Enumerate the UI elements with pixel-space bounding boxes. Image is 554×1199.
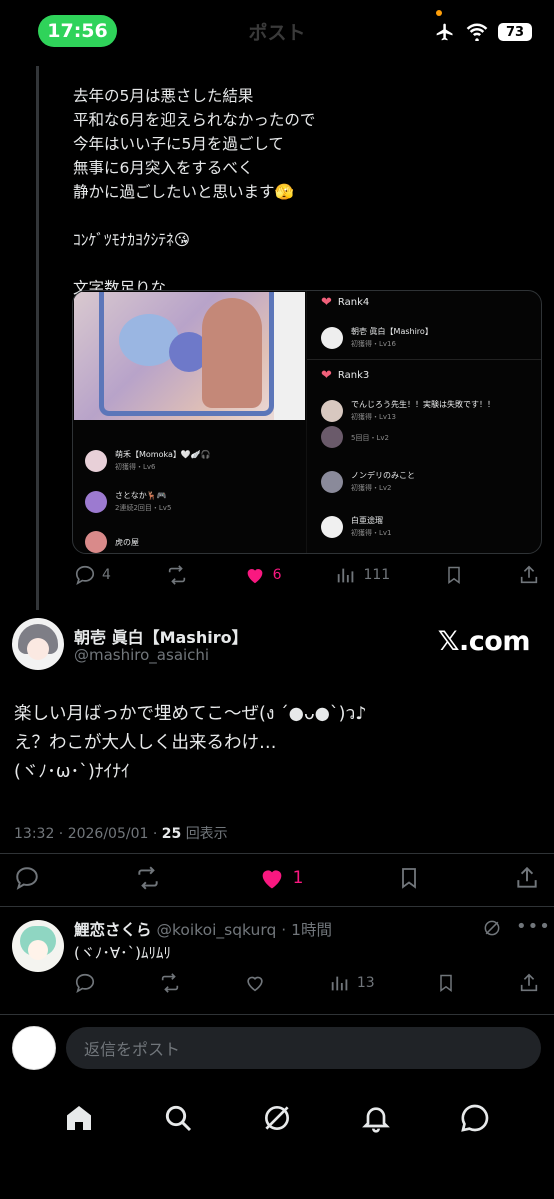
avatar <box>321 426 343 448</box>
previous-post-actions: 4 6 111 <box>74 564 540 586</box>
repost-icon <box>133 865 163 891</box>
heart-filled-icon <box>257 864 287 892</box>
avatar <box>85 449 107 472</box>
list-item: 虎の屋 <box>85 531 211 553</box>
views-button[interactable]: 111 <box>335 564 390 586</box>
repost-button[interactable] <box>158 972 182 994</box>
bookmark-icon <box>444 564 464 586</box>
grok-icon[interactable] <box>482 918 502 942</box>
avatar <box>85 531 107 553</box>
share-icon <box>514 865 540 891</box>
author-avatar[interactable] <box>12 618 64 670</box>
reply-button[interactable] <box>14 865 40 891</box>
view-count: 111 <box>363 567 391 583</box>
repost-button[interactable] <box>165 564 189 586</box>
more-options-icon[interactable]: ••• <box>516 916 551 937</box>
rank4-heading: ❤ Rank4 <box>321 295 370 310</box>
share-button[interactable] <box>518 972 540 994</box>
bookmark-button[interactable] <box>436 972 456 994</box>
battery-indicator: 73 <box>498 23 532 41</box>
avatar <box>321 470 343 493</box>
list-item: さとなか🦌🎮 2連続2回目・Lv5 <box>85 490 211 513</box>
list-item: 萌禾【Momoka】🤍🪽🎧 初獲得・Lv6 <box>85 449 211 472</box>
heart-filled-icon <box>243 564 267 586</box>
view-count: 25 <box>161 826 182 842</box>
avatar <box>321 399 343 422</box>
bottom-tab-bar <box>0 1098 554 1138</box>
reply-button[interactable]: 4 <box>74 564 111 586</box>
bookmark-icon <box>436 972 456 994</box>
brand-logo: 𝕏.com <box>437 626 531 657</box>
repost-icon <box>158 972 182 994</box>
search-icon[interactable] <box>162 1102 194 1134</box>
list-item: 白亜途瑠 初獲得・Lv1 <box>321 515 535 538</box>
reply-author[interactable]: 鯉恋さくら @koikoi_sqkurq · 1時間 <box>74 918 332 940</box>
analytics-icon <box>335 564 357 586</box>
reply-icon <box>74 972 96 994</box>
like-count: 1 <box>292 868 304 888</box>
post-actions: 1 <box>14 864 540 892</box>
list-item: 5回目・Lv2 <box>321 426 535 448</box>
post-text: 楽しい月ばっかで埋めてこ〜ぜ(ง ˊ●ᴗ●ˋ)ว♪ え？わこが大人しく出来るわけ… <box>14 704 367 782</box>
messages-icon[interactable] <box>459 1102 491 1134</box>
heart-icon: ❤ <box>321 368 332 383</box>
share-icon <box>518 972 540 994</box>
rank-list-right: ❤ Rank4 朝壱 眞白【Mashiro】 初獲得・Lv16 ❤ Rank3 でんじ… <box>307 295 541 538</box>
bookmark-button[interactable] <box>444 564 464 586</box>
avatar <box>321 326 343 349</box>
repost-button[interactable] <box>133 865 163 891</box>
thread-connector-line <box>36 66 39 610</box>
like-button[interactable] <box>243 972 267 994</box>
view-count: 13 <box>356 975 375 991</box>
divider <box>0 1014 554 1015</box>
avatar <box>321 515 343 538</box>
share-icon <box>518 564 540 586</box>
heart-icon: ❤ <box>321 295 332 310</box>
notifications-icon[interactable] <box>360 1102 392 1134</box>
author-handle[interactable]: @mashiro_asaichi <box>74 646 209 664</box>
divider <box>0 906 554 907</box>
bookmark-button[interactable] <box>397 865 421 891</box>
author-name[interactable]: 朝壱 眞白【Mashiro】 <box>74 624 248 648</box>
reply-author-avatar[interactable] <box>12 920 64 972</box>
heart-outline-icon <box>243 972 267 994</box>
my-avatar <box>12 1026 56 1070</box>
grok-icon[interactable] <box>261 1102 293 1134</box>
reply-actions: 13 <box>74 972 540 994</box>
reply-button[interactable] <box>74 972 96 994</box>
post-media-image[interactable]: 萌禾【Momoka】🤍🪽🎧 初獲得・Lv6 さとなか🦌🎮 2連続2回目・Lv5 虎の… <box>72 290 542 554</box>
reply-icon <box>74 564 96 586</box>
status-icons: 73 <box>434 22 532 42</box>
like-button[interactable]: 1 <box>257 864 304 892</box>
post-meta: 13:32 · 2026/05/01 · 25 回表示 <box>14 826 228 842</box>
bookmark-icon <box>397 865 421 891</box>
illustration-thumbnail <box>74 292 305 420</box>
divider <box>0 853 554 854</box>
airplane-icon <box>434 22 456 42</box>
media-divider <box>306 291 307 553</box>
list-item: ノンデリのみこと 初獲得・Lv2 <box>321 470 535 493</box>
like-count: 6 <box>272 567 282 583</box>
previous-post-text: 去年の5月は悪さした結果 平和な6月を迎えられなかったので 今年はいい子に5月を… <box>73 87 316 297</box>
reply-text: (ヾﾉ･∀･`)ﾑﾘﾑﾘ <box>74 944 171 962</box>
repost-icon <box>165 564 189 586</box>
views-button[interactable]: 13 <box>329 972 375 994</box>
reply-icon <box>14 865 40 891</box>
list-item: でんじろう先生！！実験は失敗です！！ 初獲得・Lv13 <box>321 399 535 422</box>
share-button[interactable] <box>518 564 540 586</box>
home-icon[interactable] <box>63 1102 95 1134</box>
like-button[interactable]: 6 <box>243 564 282 586</box>
reply-count: 4 <box>102 567 111 583</box>
privacy-indicator-dot <box>436 10 442 16</box>
share-button[interactable] <box>514 865 540 891</box>
reply-input[interactable]: 返信をポスト <box>66 1027 541 1069</box>
avatar <box>85 490 107 513</box>
wifi-icon <box>466 23 488 41</box>
rank-list-left: 萌禾【Momoka】🤍🪽🎧 初獲得・Lv6 さとなか🦌🎮 2連続2回目・Lv5 虎の… <box>85 423 211 553</box>
rank3-heading: ❤ Rank3 <box>321 368 370 383</box>
analytics-icon <box>329 972 351 994</box>
list-item: 朝壱 眞白【Mashiro】 初獲得・Lv16 <box>321 326 535 349</box>
